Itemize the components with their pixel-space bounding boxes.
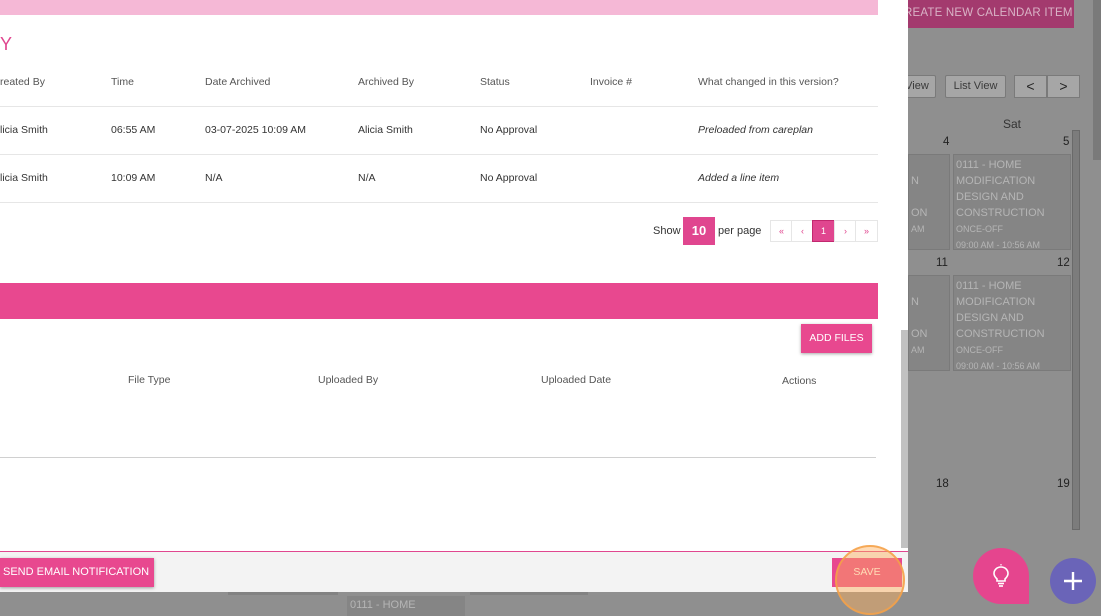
- calendar-next-button[interactable]: >: [1047, 75, 1080, 98]
- col-header-created-by[interactable]: reated By: [0, 76, 45, 88]
- day-number: 18: [936, 478, 949, 490]
- history-section-title: Y: [0, 34, 13, 54]
- files-col-uploaded-date[interactable]: Uploaded Date: [541, 374, 611, 386]
- pagination-prev-button[interactable]: ‹: [791, 220, 814, 242]
- calendar-event[interactable]: 0111 - HOME MODIFICATION DESIGN AND CONS…: [953, 275, 1071, 371]
- event-line: ON: [911, 328, 928, 340]
- plus-icon: [1064, 572, 1082, 590]
- add-item-button[interactable]: [1050, 558, 1096, 604]
- files-col-file-type[interactable]: File Type: [128, 374, 170, 386]
- create-calendar-item-button[interactable]: REATE NEW CALENDAR ITEM: [898, 0, 1074, 28]
- event-title-line: MODIFICATION: [956, 175, 1036, 187]
- event-type: ONCE-OFF: [956, 345, 1003, 355]
- lightbulb-icon: [993, 564, 1009, 587]
- cell-time: 06:55 AM: [111, 124, 156, 136]
- pagination-first-button[interactable]: «: [770, 220, 793, 242]
- modal-scrollbar[interactable]: [901, 330, 908, 548]
- day-number: 5: [1063, 136, 1070, 148]
- day-number: 19: [1057, 478, 1070, 490]
- col-header-status[interactable]: Status: [480, 76, 510, 88]
- cell-date-archived: N/A: [205, 172, 223, 184]
- event-line: AM: [911, 345, 925, 355]
- calendar-scrollbar[interactable]: [1072, 130, 1080, 530]
- per-page-show-label: Show: [653, 225, 681, 237]
- day-number: 4: [943, 136, 950, 148]
- calendar-prev-button[interactable]: <: [1014, 75, 1047, 98]
- calendar-divider: [470, 592, 588, 595]
- event-line: ON: [911, 207, 928, 219]
- event-title-line: MODIFICATION: [956, 296, 1036, 308]
- event-title-line: DESIGN AND: [956, 312, 1024, 324]
- event-time: 09:00 AM - 10:56 AM: [956, 361, 1041, 371]
- cell-created-by: licia Smith: [0, 172, 48, 184]
- row-divider: [0, 202, 878, 203]
- calendar-event-bottom[interactable]: 0111 - HOME: [347, 596, 465, 616]
- pagination-next-button[interactable]: ›: [834, 220, 857, 242]
- help-tips-button[interactable]: [973, 548, 1029, 604]
- row-divider: [0, 106, 878, 107]
- row-divider: [0, 154, 878, 155]
- event-line: [911, 310, 949, 326]
- event-time: 09:00 AM - 10:56 AM: [956, 240, 1041, 250]
- per-page-select[interactable]: 10: [683, 217, 715, 245]
- cell-status: No Approval: [480, 172, 538, 184]
- cell-date-archived: 03-07-2025 10:09 AM: [205, 124, 306, 136]
- event-line: N: [911, 296, 919, 308]
- day-number: 11: [936, 257, 948, 269]
- col-header-what-changed[interactable]: What changed in this version?: [698, 76, 839, 88]
- list-view-button[interactable]: List View: [945, 75, 1006, 98]
- event-title-line: CONSTRUCTION: [956, 207, 1045, 219]
- event-line: N: [911, 175, 919, 187]
- cell-status: No Approval: [480, 124, 538, 136]
- event-line: AM: [911, 224, 925, 234]
- send-email-notification-button[interactable]: SEND EMAIL NOTIFICATION: [0, 558, 154, 587]
- files-table-divider: [0, 457, 876, 458]
- cell-created-by: licia Smith: [0, 124, 48, 136]
- page-scrollbar[interactable]: [1093, 0, 1101, 160]
- calendar-event[interactable]: 0111 - HOME MODIFICATION DESIGN AND CONS…: [953, 154, 1071, 250]
- calendar-item-modal: Y reated By Time Date Archived Archived …: [0, 0, 908, 592]
- pagination-last-button[interactable]: »: [855, 220, 878, 242]
- col-header-archived-by[interactable]: Archived By: [358, 76, 414, 88]
- click-indicator: [835, 545, 905, 615]
- modal-header-band: [0, 0, 878, 15]
- per-page-label: per page: [718, 225, 762, 237]
- col-header-date-archived[interactable]: Date Archived: [205, 76, 270, 88]
- event-line: [911, 189, 949, 205]
- pagination-page-1[interactable]: 1: [812, 220, 835, 242]
- cell-archived-by: Alicia Smith: [358, 124, 413, 136]
- files-col-uploaded-by[interactable]: Uploaded By: [318, 374, 378, 386]
- event-title-line: 0111 - HOME: [956, 280, 1022, 292]
- files-section-header: [0, 283, 878, 319]
- day-header-sat: Sat: [1003, 117, 1022, 131]
- day-number: 12: [1057, 257, 1070, 269]
- event-title-line: CONSTRUCTION: [956, 328, 1045, 340]
- calendar-divider: [228, 592, 338, 595]
- files-col-actions: Actions: [782, 375, 817, 387]
- col-header-invoice[interactable]: Invoice #: [590, 76, 632, 88]
- cell-time: 10:09 AM: [111, 172, 156, 184]
- event-title-line: DESIGN AND: [956, 191, 1024, 203]
- cell-archived-by: N/A: [358, 172, 376, 184]
- col-header-time[interactable]: Time: [111, 76, 134, 88]
- add-files-button[interactable]: ADD FILES: [801, 324, 872, 353]
- event-title-line: 0111 - HOME: [956, 159, 1022, 171]
- calendar-event-partial[interactable]: N ON AM: [908, 154, 950, 250]
- cell-what-changed: Added a line item: [698, 172, 780, 184]
- calendar-event-partial[interactable]: N ON AM: [908, 275, 950, 371]
- cell-what-changed: Preloaded from careplan: [698, 124, 813, 136]
- event-type: ONCE-OFF: [956, 224, 1003, 234]
